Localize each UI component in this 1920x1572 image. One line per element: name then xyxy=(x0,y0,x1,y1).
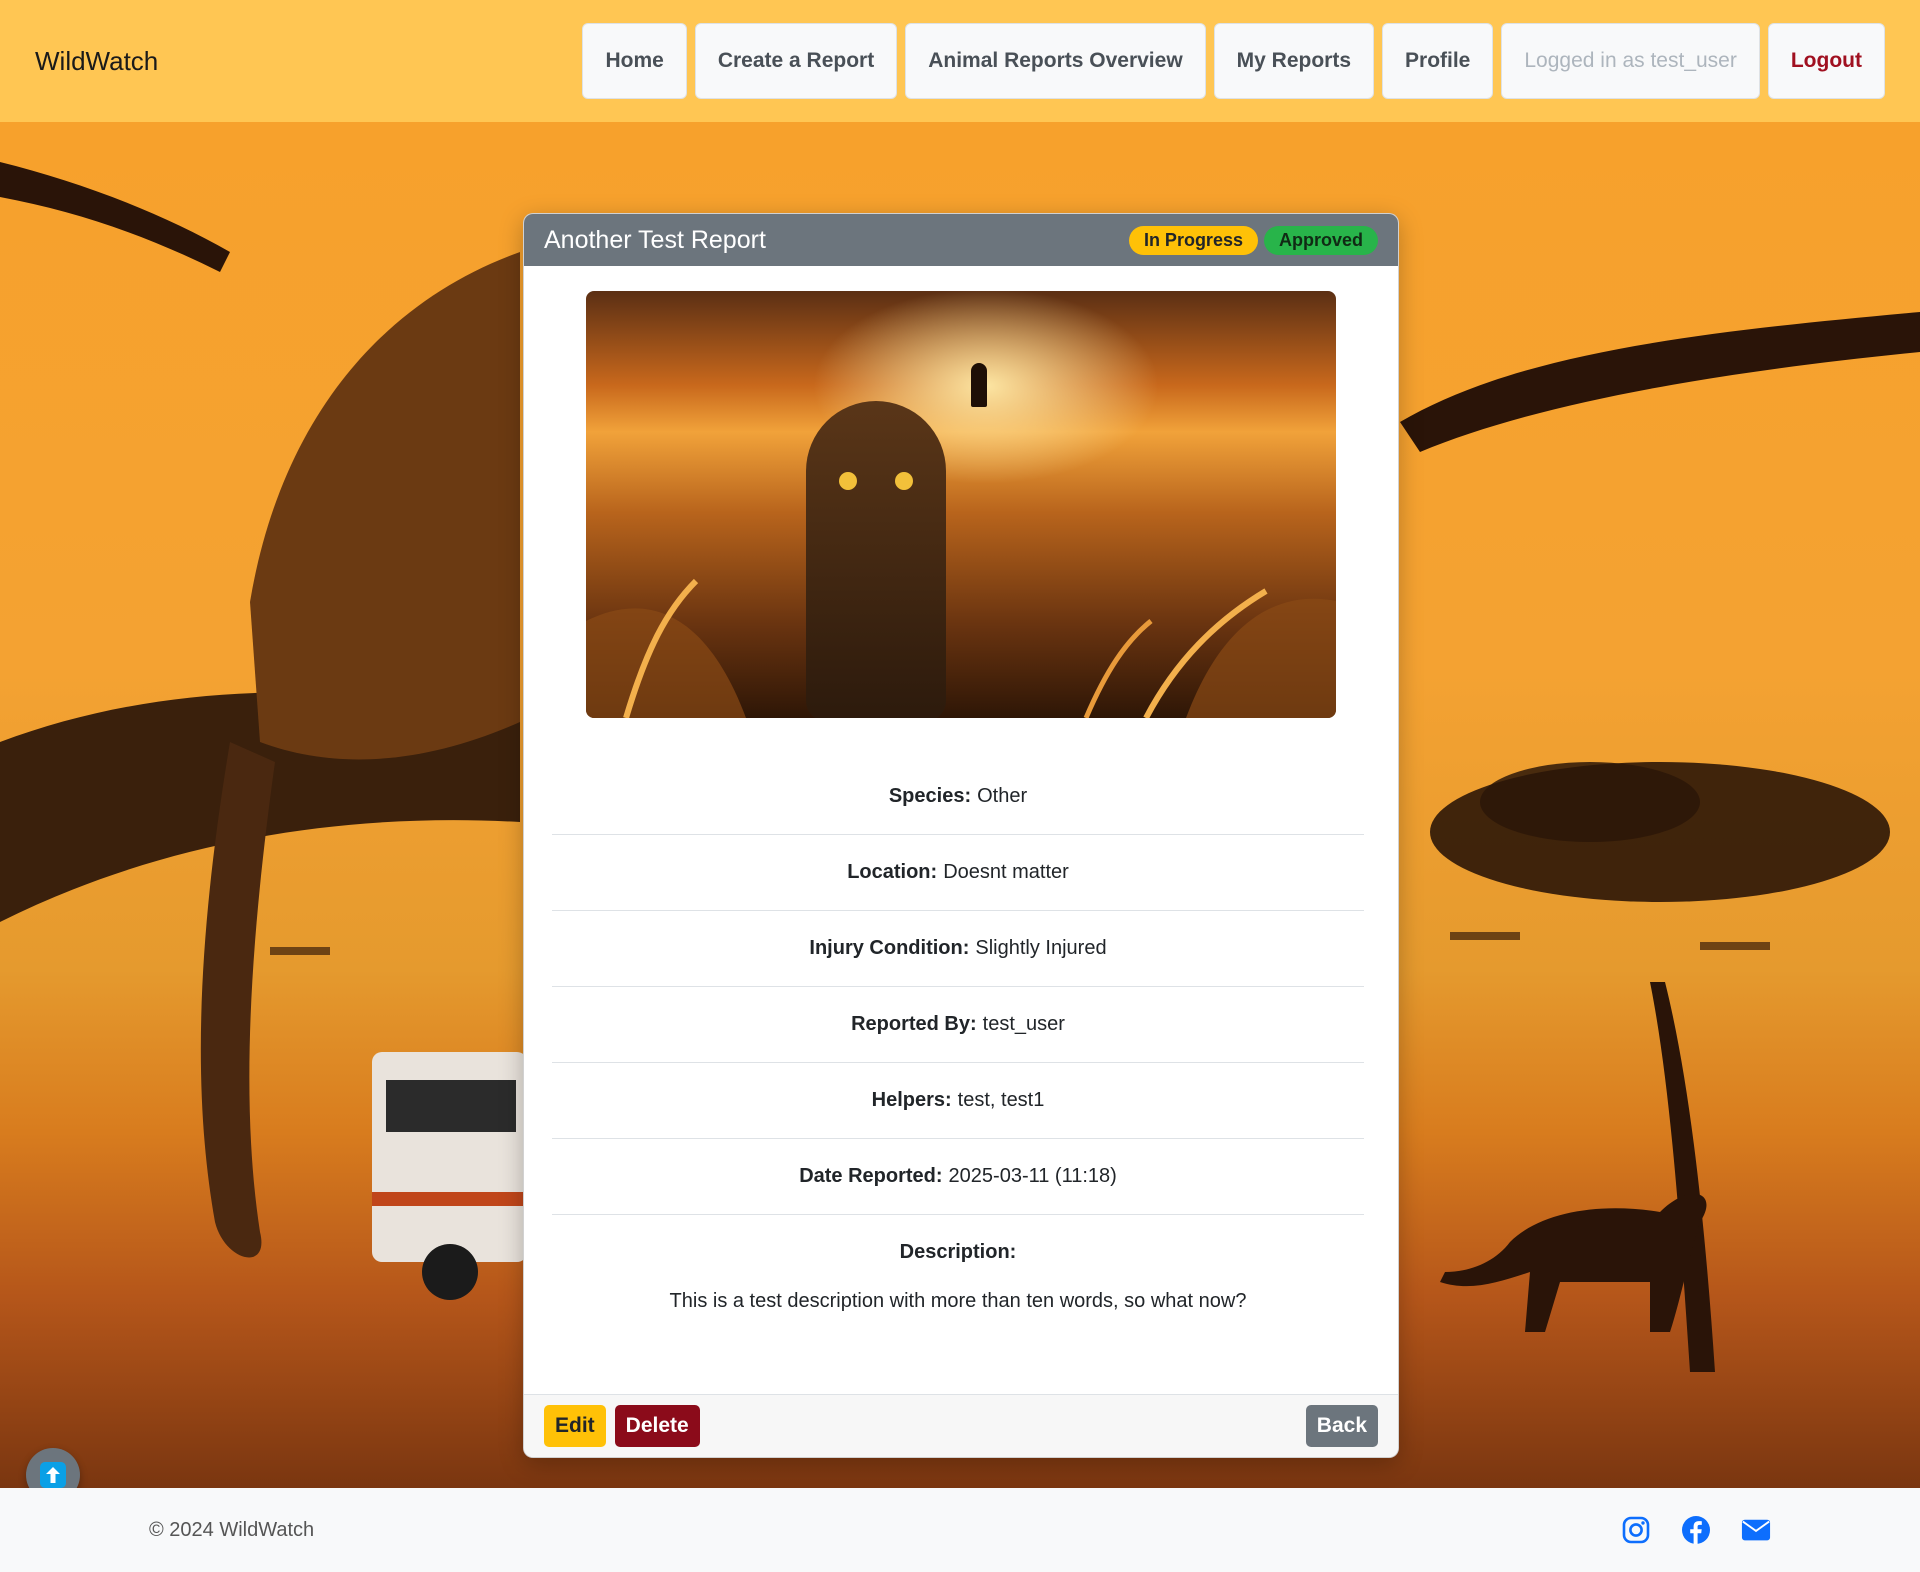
description-text: This is a test description with more tha… xyxy=(669,1290,1247,1312)
date-reported-label: Date Reported: xyxy=(799,1165,943,1187)
copyright-text: © 2024 WildWatch xyxy=(149,1518,315,1541)
injury-value: Slightly Injured xyxy=(975,937,1107,959)
nav-profile-button[interactable]: Profile xyxy=(1382,23,1494,99)
status-badge-in-progress: In Progress xyxy=(1128,225,1258,255)
navbar: WildWatch Home Create a Report Animal Re… xyxy=(0,0,1920,122)
reported-by-label: Reported By: xyxy=(851,1013,977,1035)
helpers-value: test, test1 xyxy=(957,1089,1045,1111)
description-label: Description: xyxy=(899,1241,1017,1263)
facebook-icon[interactable] xyxy=(1681,1515,1711,1545)
reported-by-value: test_user xyxy=(982,1013,1065,1035)
instagram-icon[interactable] xyxy=(1621,1515,1651,1545)
page-footer: © 2024 WildWatch xyxy=(0,1488,1920,1572)
logout-button[interactable]: Logout xyxy=(1767,23,1885,99)
detail-injury: Injury Condition: Slightly Injured xyxy=(552,911,1364,987)
status-badges: In Progress Approved xyxy=(1128,225,1378,255)
injury-label: Injury Condition: xyxy=(809,937,970,959)
logged-in-status: Logged in as test_user xyxy=(1501,23,1760,99)
report-card: Another Test Report In Progress Approved… xyxy=(523,213,1399,1458)
nav-links: Home Create a Report Animal Reports Over… xyxy=(582,23,1885,99)
nav-home-button[interactable]: Home xyxy=(582,23,687,99)
report-image xyxy=(586,291,1336,718)
helpers-label: Helpers: xyxy=(871,1089,952,1111)
edit-button[interactable]: Edit xyxy=(544,1405,606,1447)
species-label: Species: xyxy=(888,785,972,807)
location-value: Doesnt matter xyxy=(943,861,1069,883)
card-footer: Edit Delete Back xyxy=(524,1394,1398,1457)
delete-button[interactable]: Delete xyxy=(614,1405,700,1447)
detail-date-reported: Date Reported: 2025-03-11 (11:18) xyxy=(552,1139,1364,1215)
social-links xyxy=(1621,1515,1771,1545)
location-label: Location: xyxy=(847,861,938,883)
nav-create-report-button[interactable]: Create a Report xyxy=(694,23,898,99)
date-reported-value: 2025-03-11 (11:18) xyxy=(948,1165,1117,1187)
brand-logo[interactable]: WildWatch xyxy=(35,46,158,77)
detail-location: Location: Doesnt matter xyxy=(552,835,1364,911)
detail-helpers: Helpers: test, test1 xyxy=(552,1063,1364,1139)
report-details: Species: Other Location: Doesnt matter I… xyxy=(552,759,1364,1313)
report-title: Another Test Report xyxy=(544,225,766,254)
back-button[interactable]: Back xyxy=(1305,1405,1378,1447)
arrow-up-icon xyxy=(40,1462,66,1488)
status-badge-approved: Approved xyxy=(1263,225,1378,255)
envelope-icon[interactable] xyxy=(1741,1515,1771,1545)
nav-my-reports-button[interactable]: My Reports xyxy=(1213,23,1375,99)
wheat-field-overlay xyxy=(586,472,1336,718)
detail-species: Species: Other xyxy=(552,759,1364,835)
nav-reports-overview-button[interactable]: Animal Reports Overview xyxy=(905,23,1206,99)
card-header: Another Test Report In Progress Approved xyxy=(524,214,1398,266)
species-value: Other xyxy=(977,785,1028,807)
detail-reported-by: Reported By: test_user xyxy=(552,987,1364,1063)
